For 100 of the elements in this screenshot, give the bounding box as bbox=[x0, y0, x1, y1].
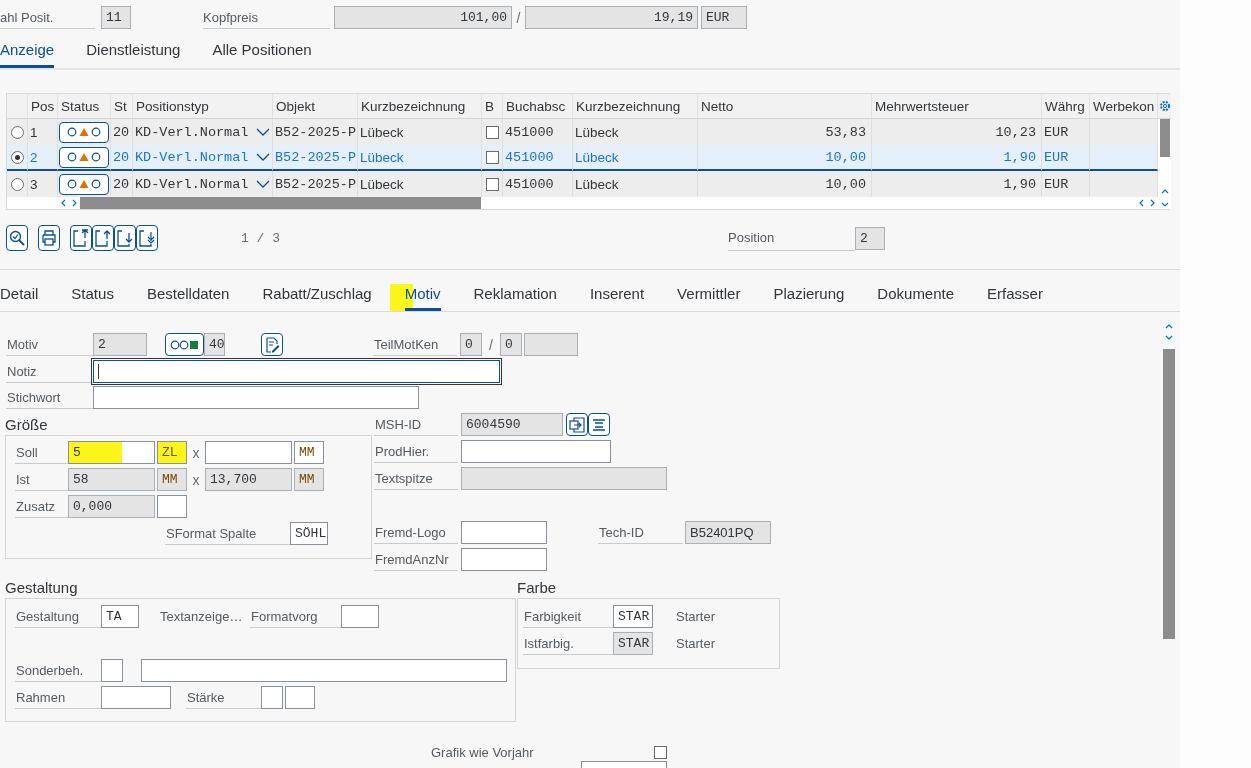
extra-field[interactable]: 0,000 bbox=[68, 495, 155, 518]
thickness-field[interactable] bbox=[261, 686, 283, 709]
detail-tab[interactable]: Reklamation bbox=[473, 284, 557, 311]
note-field[interactable] bbox=[93, 360, 500, 383]
last-page-button[interactable] bbox=[136, 225, 158, 251]
unit-field[interactable]: MM bbox=[157, 468, 187, 491]
row-radio[interactable] bbox=[10, 125, 24, 139]
thickness-field[interactable] bbox=[285, 686, 315, 709]
detail-tab[interactable]: Plazierung bbox=[773, 284, 845, 311]
price-field[interactable]: 101,00 bbox=[334, 6, 512, 29]
status-field[interactable]: 40 bbox=[204, 333, 225, 356]
status-button[interactable] bbox=[165, 333, 204, 356]
sub-motif-field[interactable]: 0 bbox=[460, 333, 482, 356]
zoom-button[interactable] bbox=[6, 225, 28, 251]
product-hierarchy-field[interactable] bbox=[461, 440, 611, 463]
currency-field[interactable]: EUR bbox=[701, 6, 747, 29]
unit-field[interactable]: MM bbox=[294, 441, 324, 464]
size-field[interactable]: 5 bbox=[68, 441, 155, 464]
logo-field[interactable] bbox=[461, 521, 547, 544]
item-type-dropdown[interactable]: KD-Verl.Normal bbox=[133, 171, 273, 197]
first-page-button[interactable] bbox=[70, 225, 92, 251]
detail-tab[interactable]: Status bbox=[71, 284, 114, 311]
field-label: FremdAnzNr bbox=[374, 548, 458, 571]
msh-id-field[interactable]: 6004590 bbox=[461, 413, 563, 436]
field-label: Kopfpreis bbox=[203, 6, 330, 29]
previous-page-button[interactable] bbox=[92, 225, 114, 251]
view-tab[interactable]: Anzeige bbox=[0, 40, 55, 68]
row-radio[interactable] bbox=[10, 177, 24, 191]
color-code-field[interactable]: STAR bbox=[613, 605, 653, 628]
checkbox[interactable] bbox=[485, 125, 499, 139]
keyword-field[interactable] bbox=[93, 386, 419, 409]
column-header[interactable]: Buchabsc bbox=[503, 94, 573, 119]
tech-id-field[interactable]: B52401PQ bbox=[685, 521, 771, 544]
list-button[interactable] bbox=[588, 413, 610, 436]
status-button[interactable] bbox=[59, 173, 109, 195]
detail-tab[interactable]: Erfasser bbox=[987, 284, 1043, 311]
checkbox[interactable] bbox=[485, 150, 499, 164]
unit-field[interactable]: ZL bbox=[157, 441, 187, 464]
status-button[interactable] bbox=[59, 146, 109, 168]
position-field[interactable]: 2 bbox=[855, 227, 885, 250]
column-header[interactable]: Werbekon bbox=[1090, 94, 1158, 119]
special-text-field[interactable] bbox=[141, 659, 507, 682]
printer-icon bbox=[41, 230, 57, 246]
settings-icon[interactable] bbox=[1158, 100, 1171, 112]
sub-motif-field[interactable] bbox=[524, 333, 578, 356]
motif-field[interactable]: 2 bbox=[93, 333, 147, 356]
detail-tab[interactable]: Inserent bbox=[589, 284, 645, 311]
column-header[interactable]: Positionstyp bbox=[133, 94, 273, 119]
size-field[interactable] bbox=[205, 441, 292, 464]
column-header[interactable]: Kurzbezeichnung bbox=[573, 94, 698, 119]
tax-field[interactable]: 19,19 bbox=[525, 6, 698, 29]
status-button[interactable] bbox=[59, 121, 109, 143]
design-field[interactable]: TA bbox=[101, 605, 139, 628]
column-header[interactable]: Objekt bbox=[273, 94, 358, 119]
item-type-dropdown[interactable]: KD-Verl.Normal bbox=[133, 119, 273, 145]
view-tab[interactable]: Alle Positionen bbox=[212, 40, 312, 68]
frame-field[interactable] bbox=[101, 686, 171, 709]
vertical-scrollbar[interactable] bbox=[1158, 119, 1171, 209]
color-code-field[interactable]: STAR bbox=[613, 632, 653, 655]
next-page-button[interactable] bbox=[114, 225, 136, 251]
size-field[interactable]: 13,700 bbox=[205, 468, 292, 491]
column-header[interactable]: Mehrwertsteuer bbox=[872, 94, 1042, 119]
format-field[interactable] bbox=[341, 605, 379, 628]
column-header[interactable]: Kurzbezeichnung bbox=[358, 94, 482, 119]
unit-field[interactable]: MM bbox=[294, 468, 324, 491]
column-header[interactable]: Pos bbox=[28, 94, 58, 119]
extra-unit-field[interactable] bbox=[157, 495, 187, 518]
detail-tab[interactable]: Vermittler bbox=[677, 284, 741, 311]
table-cell: Lübeck bbox=[358, 145, 482, 171]
column-header[interactable]: Währg bbox=[1042, 94, 1090, 119]
transfer-button[interactable] bbox=[566, 413, 588, 436]
column-header[interactable]: St bbox=[111, 94, 133, 119]
field-label: ahl Posit. bbox=[0, 6, 95, 29]
format-field[interactable]: SÖHL bbox=[290, 522, 328, 545]
detail-tab[interactable]: Bestelldaten bbox=[146, 284, 230, 311]
times-sign: x bbox=[191, 470, 201, 490]
table-cell: 20 bbox=[111, 145, 133, 171]
detail-tab[interactable]: Rabatt/Zuschlag bbox=[262, 284, 372, 311]
row-radio[interactable] bbox=[10, 150, 24, 164]
item-type-dropdown[interactable]: KD-Verl.Normal bbox=[133, 145, 273, 171]
special-field[interactable] bbox=[101, 659, 123, 682]
print-button[interactable] bbox=[38, 225, 60, 251]
chevron-down-icon bbox=[256, 128, 270, 136]
checkbox[interactable] bbox=[485, 177, 499, 191]
column-header[interactable]: Status bbox=[58, 94, 111, 119]
text-tip-field[interactable] bbox=[461, 467, 667, 490]
size-field[interactable]: 58 bbox=[68, 468, 155, 491]
sub-motif-field[interactable]: 0 bbox=[500, 333, 522, 356]
detail-tab[interactable]: Dokumente bbox=[877, 284, 955, 311]
position-count-field[interactable]: 11 bbox=[101, 6, 131, 29]
ad-number-field[interactable] bbox=[461, 548, 547, 571]
detail-tab[interactable]: Detail bbox=[0, 284, 39, 311]
edit-button[interactable] bbox=[261, 333, 283, 356]
table-cell: 451000 bbox=[503, 145, 573, 171]
view-tab[interactable]: Dienstleistung bbox=[86, 40, 181, 68]
table-cell: Lübeck bbox=[573, 171, 698, 197]
column-header[interactable]: Netto bbox=[698, 94, 872, 119]
column-header[interactable]: B bbox=[482, 94, 503, 119]
checkbox[interactable] bbox=[654, 746, 667, 759]
vertical-scrollbar[interactable] bbox=[1163, 323, 1175, 639]
